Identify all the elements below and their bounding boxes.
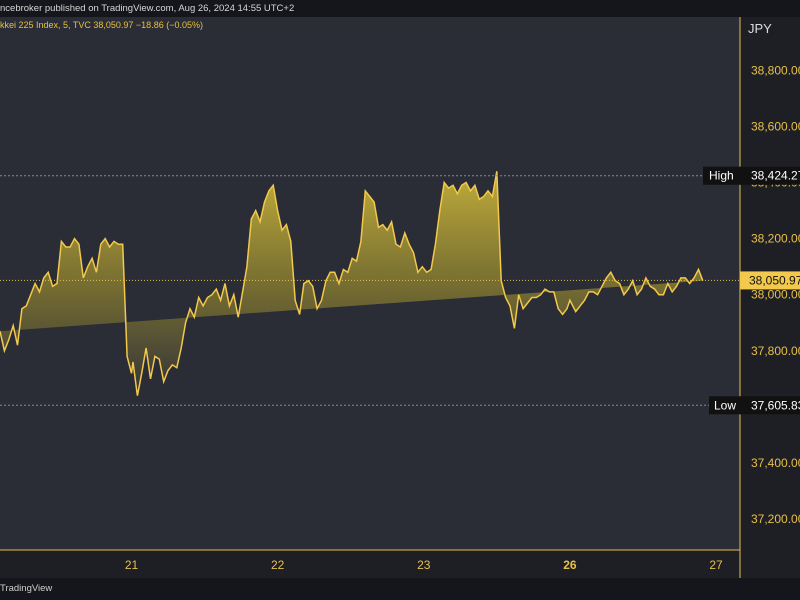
x-tick-label: 23 bbox=[417, 558, 431, 572]
x-tick-label: 27 bbox=[709, 558, 723, 572]
high-value: 38,424.27 bbox=[751, 169, 800, 183]
low-tag: Low 37,605.83 bbox=[709, 396, 800, 415]
y-tick-label: 37,800.00 bbox=[751, 344, 800, 358]
low-label: Low bbox=[714, 398, 736, 412]
high-label: High bbox=[709, 169, 734, 183]
tradingview-brand[interactable]: TradingView bbox=[0, 583, 52, 594]
price-chart: 37,200.0037,400.0037,600.0037,800.0038,0… bbox=[0, 17, 800, 578]
y-tick-label: 38,200.00 bbox=[751, 232, 800, 246]
footer-bar: TradingView bbox=[0, 578, 800, 600]
price-area-fill bbox=[0, 171, 703, 396]
x-tick-label: 26 bbox=[563, 558, 577, 572]
last-price-tag: 38,050.97 bbox=[740, 271, 800, 290]
y-tick-label: 38,600.00 bbox=[751, 119, 800, 133]
last-price-value: 38,050.97 bbox=[749, 273, 800, 287]
y-tick-label: 38,000.00 bbox=[751, 288, 800, 302]
x-tick-label: 21 bbox=[125, 558, 139, 572]
symbol-legend[interactable]: kkei 225 Index, 5, TVC 38,050.97 −18.86 … bbox=[0, 20, 203, 30]
low-value: 37,605.83 bbox=[751, 398, 800, 412]
currency-label: JPY bbox=[748, 21, 772, 36]
high-tag: High 38,424.27 bbox=[703, 166, 800, 185]
x-tick-label: 22 bbox=[271, 558, 285, 572]
y-tick-label: 38,800.00 bbox=[751, 63, 800, 77]
y-tick-label: 37,400.00 bbox=[751, 456, 800, 470]
y-tick-label: 37,200.00 bbox=[751, 512, 800, 526]
